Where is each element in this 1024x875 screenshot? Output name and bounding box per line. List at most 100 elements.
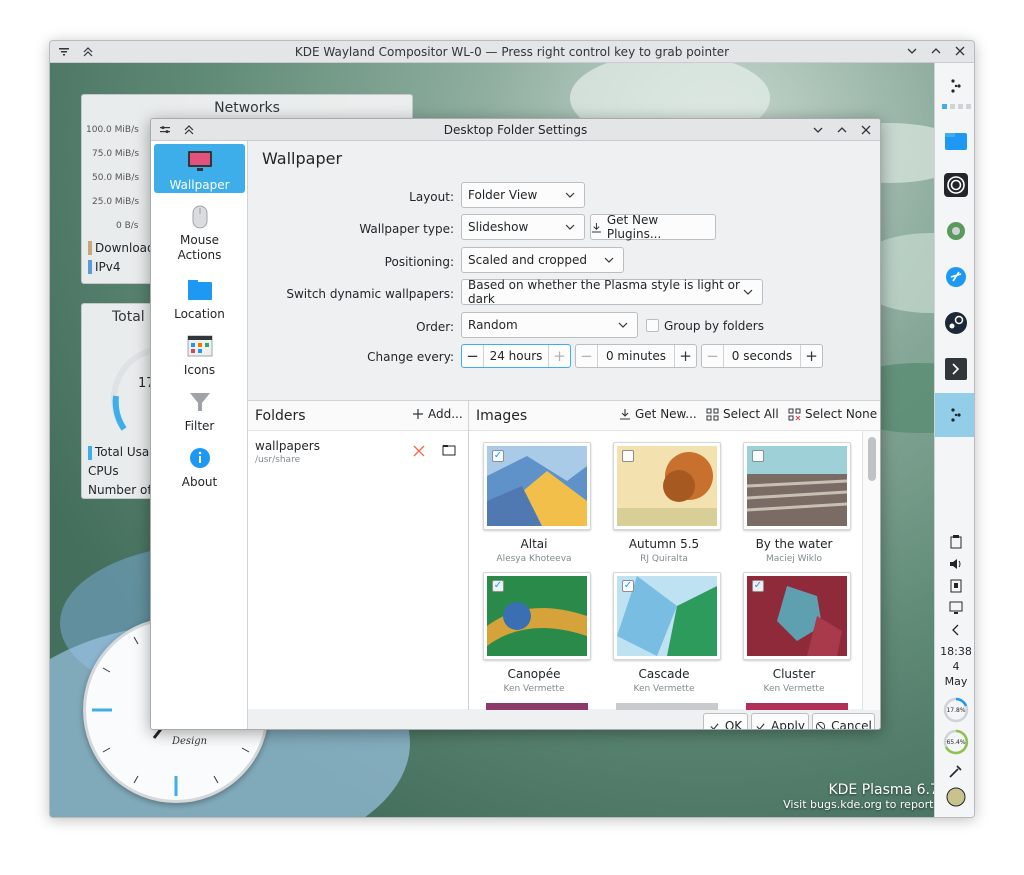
clipboard-icon[interactable]: [935, 533, 974, 551]
steam-icon[interactable]: [935, 305, 974, 341]
get-new-label: Get New...: [635, 407, 697, 421]
volume-icon[interactable]: [935, 555, 974, 573]
hours-spinbox[interactable]: − 24 hours +: [461, 344, 571, 368]
wallpaper-checkbox[interactable]: [622, 450, 634, 462]
folder-list-item[interactable]: wallpapers /usr/share: [248, 432, 468, 468]
dialog-close-button[interactable]: [858, 122, 874, 138]
folders-images-area: Folders Add... wallpapers /usr/share Ima…: [248, 400, 880, 710]
decrement-hours-button[interactable]: −: [462, 345, 484, 367]
digital-clock[interactable]: 18:38 4 May: [935, 641, 974, 691]
globe-app-icon[interactable]: [935, 213, 974, 249]
wallpaper-checkbox[interactable]: ✓: [622, 580, 634, 592]
keep-above-icon[interactable]: [80, 44, 96, 60]
sidebar-item-icons[interactable]: Icons: [154, 329, 245, 377]
dialog-minimize-button[interactable]: [810, 122, 826, 138]
cpu-rows: Total Usag CPUs Number of: [88, 443, 157, 500]
images-scrollbar[interactable]: [862, 431, 880, 710]
wallpaper-thumbnail[interactable]: ✓: [613, 572, 721, 660]
file-manager-icon[interactable]: [935, 123, 974, 159]
switch-dynamic-label: Switch dynamic wallpapers:: [286, 287, 454, 301]
cancel-button[interactable]: Cancel: [812, 713, 875, 729]
minimize-button[interactable]: [904, 43, 920, 59]
wallpaper-thumbnail-partial[interactable]: [746, 703, 848, 710]
wallpaper-thumbnail-partial[interactable]: [486, 703, 588, 710]
y-tick: 0 B/s: [116, 221, 139, 231]
wallpaper-type-combo[interactable]: Slideshow: [461, 214, 585, 240]
increment-minutes-button[interactable]: +: [674, 345, 696, 367]
seconds-spinbox[interactable]: − 0 seconds +: [701, 344, 823, 368]
minutes-spinbox[interactable]: − 0 minutes +: [575, 344, 697, 368]
select-all-label: Select All: [723, 407, 779, 421]
decrement-minutes-button[interactable]: −: [576, 345, 598, 367]
layout-combo[interactable]: Folder View: [461, 182, 585, 208]
app-launcher-icon[interactable]: [935, 71, 974, 101]
scrollbar-thumb[interactable]: [868, 437, 876, 481]
select-none-button[interactable]: Select None: [788, 407, 877, 421]
pager-icon[interactable]: [935, 103, 974, 111]
clock-time: 18:38: [940, 644, 972, 658]
discover-icon[interactable]: [935, 259, 974, 295]
color-swatch-icon[interactable]: [935, 784, 974, 810]
filter-icon: [187, 389, 213, 415]
rings-app-icon[interactable]: [935, 167, 974, 203]
images-title: Images: [476, 407, 528, 424]
dialog-maximize-button[interactable]: [834, 122, 850, 138]
select-none-icon: [788, 408, 801, 420]
cpu-monitor[interactable]: 17.8%: [935, 696, 974, 724]
folder-path: /usr/share: [255, 455, 301, 465]
memory-monitor[interactable]: 65.4%: [935, 728, 974, 756]
order-combo[interactable]: Random: [461, 312, 638, 338]
dialog-keep-above-icon[interactable]: [181, 122, 197, 138]
order-value: Random: [468, 318, 518, 332]
open-folder-icon[interactable]: [442, 444, 456, 459]
sidebar-item-filter[interactable]: Filter: [154, 385, 245, 433]
sidebar-item-wallpaper[interactable]: Wallpaper: [154, 144, 245, 193]
wallpaper-checkbox[interactable]: ✓: [752, 580, 764, 592]
wallpaper-thumbnail[interactable]: ✓: [743, 572, 851, 660]
wallpaper-checkbox[interactable]: ✓: [492, 580, 504, 592]
sidebar-item-mouse-actions[interactable]: Mouse Actions: [154, 201, 245, 262]
sidebar-item-location[interactable]: Location: [154, 273, 245, 321]
wallpaper-thumbnail-partial[interactable]: [616, 703, 718, 710]
sidebar-item-label: Filter: [184, 419, 215, 433]
terminal-icon[interactable]: [935, 351, 974, 387]
folders-title: Folders: [255, 407, 306, 424]
get-new-plugins-label: Get New Plugins...: [606, 213, 662, 241]
check-icon: [756, 722, 765, 729]
positioning-combo[interactable]: Scaled and cropped: [461, 247, 624, 273]
get-new-plugins-button[interactable]: Get New Plugins...: [590, 213, 716, 241]
active-task-icon[interactable]: [935, 393, 974, 437]
remove-folder-icon[interactable]: [412, 444, 426, 461]
sidebar-item-about[interactable]: About: [154, 441, 245, 489]
switch-dynamic-combo[interactable]: Based on whether the Plasma style is lig…: [461, 278, 763, 306]
add-folder-button[interactable]: Add...: [412, 407, 463, 421]
download-icon: [591, 222, 601, 233]
switch-dynamic-value: Based on whether the Plasma style is lig…: [468, 278, 740, 306]
window-menu-icon[interactable]: [56, 44, 72, 60]
ok-button[interactable]: OK: [703, 713, 748, 729]
color-picker-icon[interactable]: [935, 760, 974, 782]
wallpaper-thumbnail[interactable]: ✓: [483, 442, 591, 530]
increment-hours-button[interactable]: +: [548, 345, 570, 367]
increment-seconds-button[interactable]: +: [800, 345, 822, 367]
maximize-button[interactable]: [928, 43, 944, 59]
wallpaper-thumbnail[interactable]: ✓: [483, 572, 591, 660]
device-icon[interactable]: [935, 577, 974, 595]
wallpaper-checkbox[interactable]: [752, 450, 764, 462]
branding-line1: KDE Plasma 6.7 Dev: [828, 782, 934, 798]
positioning-label: Positioning:: [384, 255, 454, 269]
decrement-seconds-button[interactable]: −: [702, 345, 724, 367]
chevron-left-icon[interactable]: [935, 621, 974, 639]
wallpaper-thumbnail[interactable]: [743, 442, 851, 530]
group-by-folders-checkbox[interactable]: [646, 319, 659, 332]
apply-button[interactable]: Apply: [751, 713, 809, 729]
wallpaper-checkbox[interactable]: ✓: [492, 450, 504, 462]
sidebar-item-label: Wallpaper: [169, 178, 230, 192]
dialog-menu-icon[interactable]: [157, 122, 173, 138]
display-icon[interactable]: [935, 599, 974, 617]
legend-swatch: [88, 260, 92, 274]
get-new-wallpapers-button[interactable]: Get New...: [619, 407, 697, 421]
close-button[interactable]: [952, 43, 968, 59]
wallpaper-thumbnail[interactable]: [613, 442, 721, 530]
select-all-button[interactable]: Select All: [706, 407, 779, 421]
